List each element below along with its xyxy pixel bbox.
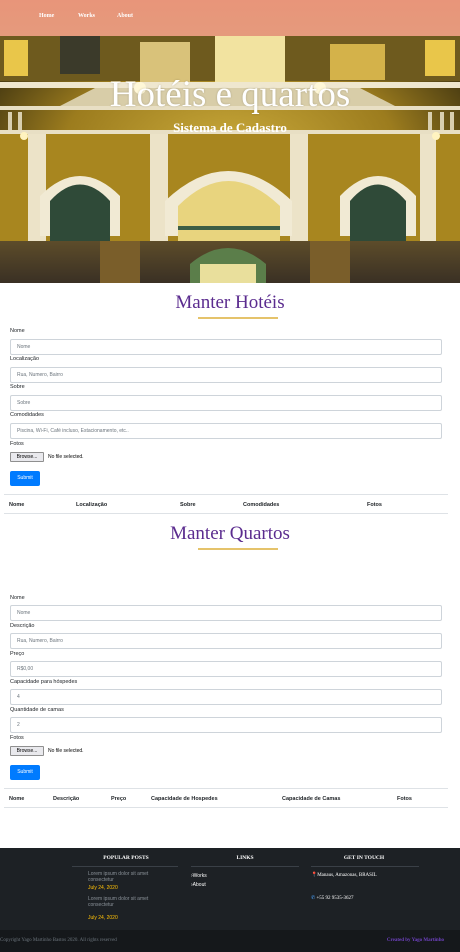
hotel-location-label: Localização <box>10 356 40 362</box>
room-description-input[interactable]: Rua, Numero, Bairro <box>10 633 442 649</box>
hotel-amenities-input[interactable]: Piscina, Wi-Fi, Café incluso, Estacionam… <box>10 423 442 439</box>
hotels-col-amenities: Comodidades <box>243 502 280 508</box>
rooms-col-bed-capacity: Capacidade de Camas <box>282 796 341 802</box>
hero-title: Hotéis e quartos <box>109 74 351 115</box>
section-underline <box>198 317 278 319</box>
footer-popular-heading: POPULAR POSTS <box>103 855 149 861</box>
room-price-input[interactable]: R$0,00 <box>10 661 442 677</box>
footer-divider <box>191 866 299 867</box>
footer-divider <box>311 866 419 867</box>
rooms-col-description: Descrição <box>53 796 80 802</box>
top-navbar: Home Works About <box>0 0 460 36</box>
hotel-name-input[interactable]: Nome <box>10 339 442 355</box>
footer-post-date: July 24, 2020 <box>88 915 118 921</box>
footer-divider <box>72 866 178 867</box>
room-name-label: Nome <box>10 595 25 601</box>
nav-link-works[interactable]: Works <box>78 13 95 19</box>
footer-links-heading: LINKS <box>236 855 254 861</box>
credit-text[interactable]: Created by Yago Martinho <box>387 938 444 943</box>
footer-phone-text: +55 92 9535-3627 <box>316 896 354 901</box>
room-photos-label: Fotos <box>10 735 24 741</box>
hotel-photos-browse-button[interactable]: Browse... <box>10 452 44 462</box>
room-beds-label: Quantidade de camas <box>10 707 64 713</box>
copyright-text: Copyright Yago Martinho Bastos 2020. All… <box>0 938 117 943</box>
footer-post-text[interactable]: Lorem ipsum dolor sit amet consectetur <box>88 896 168 908</box>
nav-link-home[interactable]: Home <box>39 13 54 19</box>
hotels-col-name: Nome <box>9 502 25 508</box>
hotel-about-input[interactable]: Sobre <box>10 395 442 411</box>
hotel-name-label: Nome <box>10 328 25 334</box>
room-photos-status: No file selected. <box>48 748 84 754</box>
footer-post-date: July 24, 2020 <box>88 885 118 891</box>
hero-subtitle: Sistema de Cadastro <box>173 120 287 135</box>
hotel-submit-button[interactable]: Submit <box>10 471 40 486</box>
footer-address: 📍Manaus, Amazonas, BRASIL <box>311 872 377 878</box>
hotels-col-location: Localização <box>76 502 108 508</box>
rooms-col-photos: Fotos <box>397 796 412 802</box>
hotel-amenities-label: Comodidades <box>10 412 44 418</box>
section-underline <box>198 548 278 550</box>
rooms-col-guest-capacity: Capacidade de Hospedes <box>151 796 218 802</box>
room-capacity-input[interactable]: 4 <box>10 689 442 705</box>
hotels-table-header: Nome Localização Sobre Comodidades Fotos <box>4 494 448 514</box>
hotels-col-photos: Fotos <box>367 502 382 508</box>
rooms-col-name: Nome <box>9 796 25 802</box>
footer-link-label: Works <box>192 873 207 879</box>
room-beds-input[interactable]: 2 <box>10 717 442 733</box>
footer-link-about[interactable]: ›About <box>191 882 206 888</box>
hotel-photos-label: Fotos <box>10 441 24 447</box>
room-name-input[interactable]: Nome <box>10 605 442 621</box>
room-description-label: Descrição <box>10 623 35 629</box>
footer-bottom-bar: Copyright Yago Martinho Bastos 2020. All… <box>0 930 460 952</box>
room-price-label: Preço <box>10 651 25 657</box>
hotel-about-label: Sobre <box>10 384 25 390</box>
footer-link-label: About <box>192 882 206 888</box>
hotels-col-about: Sobre <box>180 502 196 508</box>
footer-phone: ✆ +55 92 9535-3627 <box>311 895 353 901</box>
room-photos-browse-button[interactable]: Browse... <box>10 746 44 756</box>
rooms-section-title: Manter Quartos <box>170 523 290 544</box>
room-submit-button[interactable]: Submit <box>10 765 40 780</box>
footer-link-works[interactable]: ›Works <box>191 873 207 879</box>
nav-link-about[interactable]: About <box>117 13 133 19</box>
footer-contact-heading: GET IN TOUCH <box>343 855 385 861</box>
hotel-location-input[interactable]: Rua, Numero, Bairro <box>10 367 442 383</box>
rooms-col-price: Preço <box>111 796 127 802</box>
hotel-photos-status: No file selected. <box>48 454 84 460</box>
footer-post-text[interactable]: Lorem ipsum dolor sit amet consectetur <box>88 871 168 883</box>
room-capacity-label: Capacidade para hóspedes <box>10 679 78 685</box>
footer-address-text: Manaus, Amazonas, BRASIL <box>317 873 377 878</box>
rooms-table-header: Nome Descrição Preço Capacidade de Hospe… <box>4 788 448 808</box>
phone-icon: ✆ <box>311 896 316 901</box>
hotels-section-title: Manter Hotéis <box>175 292 285 313</box>
